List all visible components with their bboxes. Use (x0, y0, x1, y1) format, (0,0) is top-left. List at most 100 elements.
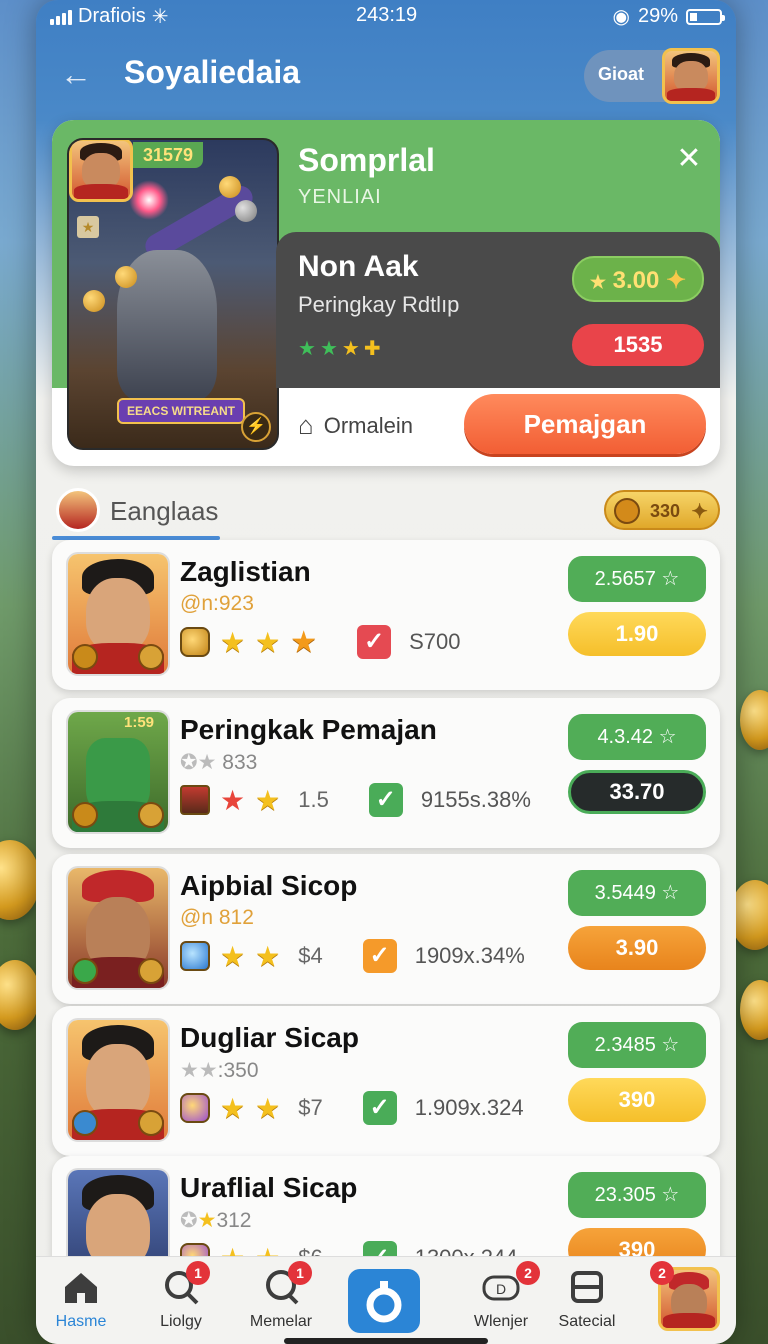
featured-stars: ★ ★ ★ ✚ (298, 336, 381, 361)
rating-value: 2.3485 (594, 1034, 656, 1056)
rating-badge[interactable]: 4.3.42 ☆ (568, 714, 706, 760)
rating-badge[interactable]: 3.5449 ☆ (568, 870, 706, 916)
row-value: S700 (409, 629, 461, 654)
rating-badge[interactable]: 23.305 ☆ (568, 1172, 706, 1218)
center-action-button[interactable] (348, 1269, 420, 1333)
nav-item-settings[interactable]: Satecial (542, 1257, 632, 1344)
star-outline-icon: ☆ (658, 726, 677, 748)
star-outline-icon: ☆ (661, 1184, 680, 1206)
check-icon[interactable]: ✓ (362, 1091, 397, 1125)
rating-badge[interactable]: 2.5657 ☆ (568, 556, 706, 602)
player-id: ✪★ 833 (180, 750, 257, 775)
diamond-star-icon: ✦ (666, 267, 687, 294)
star-icon: ★ (589, 272, 606, 292)
check-icon[interactable]: ✓ (368, 783, 403, 817)
star-icon: ★ (255, 940, 281, 972)
star-icon: ✪★ (180, 751, 217, 774)
bg-coin (740, 980, 768, 1040)
featured-game-art[interactable]: 31579 ★ EEACS WITREANT ⚡ (67, 138, 279, 450)
top-bar: ← Soyaliedaia Gioat (36, 40, 736, 110)
battery-percent: 29% (637, 5, 678, 27)
level-badge: 1:59 (124, 714, 155, 731)
profile-label: Gioat (598, 64, 645, 84)
player-id-value: :350 (217, 1059, 259, 1082)
player-name: Dugliar Sicap (180, 1022, 359, 1053)
row-stats: ★ ★ ★ ✓ S700 (180, 622, 461, 662)
star-icon: ★ (319, 338, 338, 360)
row-value: 1.909x.324 (414, 1095, 524, 1120)
carrier-name: Drafiois (78, 5, 146, 27)
section-avatar (56, 488, 100, 532)
check-icon[interactable]: ✓ (357, 625, 392, 659)
back-button[interactable]: ← (56, 54, 96, 94)
row-value: 9155s.38% (420, 787, 531, 812)
gem-icon (180, 627, 210, 657)
avatar[interactable] (662, 48, 720, 104)
bluetooth-icon: ✳ (151, 6, 169, 28)
player-avatar (66, 866, 170, 990)
player-avatar: 1:59 (66, 710, 170, 834)
leaderboard-header: Eanglaas 330 ✦ (52, 480, 720, 540)
featured-game-name: Non Aak (298, 250, 419, 283)
nav-item-messages[interactable]: 1 Memelar (236, 1257, 326, 1344)
player-avatar (66, 552, 170, 676)
leaderboard-title[interactable]: Eanglaas (110, 496, 218, 527)
list-item[interactable]: Dugliar Sicap ★★:350 ★ ★ $7 ✓ 1.909x.324… (52, 1006, 720, 1156)
row-stats: ★ ★ $7 ✓ 1.909x.324 (180, 1088, 524, 1128)
featured-count[interactable]: 1535 (572, 324, 704, 366)
nav-item-search[interactable]: 1 Liolgy (136, 1257, 226, 1344)
score-button[interactable]: 33.70 (568, 770, 706, 814)
player-id: ★★:350 (180, 1058, 259, 1083)
home-icon (65, 1273, 97, 1303)
profile-pill[interactable]: Gioat (584, 48, 720, 104)
star-icon: ★ (220, 626, 246, 658)
featured-score: 31579 (133, 142, 204, 168)
star-icon: ★ (341, 338, 360, 360)
nav-item-home[interactable]: Hasme (36, 1257, 126, 1344)
featured-subtitle: YENLIAI (298, 186, 382, 208)
list-item[interactable]: 1:59 Peringkak Pemajan ✪★ 833 ★ ★ 1.5 ✓ … (52, 698, 720, 848)
list-item[interactable]: Aipbial Sicop @n 812 ★ ★ $4 ✓ 1909x.34% … (52, 854, 720, 1004)
featured-details: Non Aak Peringkay Rdtlıp ★ ★ ★ ✚ ★ 3.00 … (276, 232, 720, 388)
player-id-value: 312 (216, 1209, 252, 1232)
nav-label: Liolgy (160, 1313, 202, 1330)
house-icon: ⌂ (298, 410, 314, 440)
score-button[interactable]: 1.90 (568, 612, 706, 656)
notification-badge: 1 (186, 1261, 210, 1285)
nav-label: Wlenjer (473, 1313, 529, 1330)
row-number: $7 (298, 1095, 323, 1120)
nav-label: Memelar (249, 1313, 313, 1330)
star-icon: ★ (255, 784, 281, 816)
play-button[interactable]: Pemajgan (464, 394, 706, 454)
nav-item-games[interactable]: D 2 Wlenjer (456, 1257, 546, 1344)
row-stats: ★ ★ $4 ✓ 1909x.34% (180, 936, 525, 976)
star-icon: ★★ (180, 1059, 218, 1082)
status-time: 243:19 (356, 4, 418, 26)
player-name: Aipbial Sicop (180, 870, 358, 901)
featured-description: Peringkay Rdtlıp (298, 292, 460, 317)
notification-badge: 2 (650, 1261, 674, 1285)
score-button[interactable]: 390 (568, 1078, 706, 1122)
rating-value: 3.5449 (594, 882, 656, 904)
list-item[interactable]: Zaglistian @n:923 ★ ★ ★ ✓ S700 2.5657 ☆ … (52, 540, 720, 690)
player-id: @n:923 (180, 592, 254, 615)
bg-coin (740, 690, 768, 750)
diamond-icon (180, 941, 210, 971)
rating-badge[interactable]: 2.3485 ☆ (568, 1022, 706, 1068)
nav-label: Hasme (55, 1313, 107, 1330)
close-button[interactable]: ✕ (672, 142, 706, 176)
star-icon: ★ (220, 940, 246, 972)
star-outline-icon: ☆ (661, 882, 680, 904)
player-id: @n 812 (180, 906, 254, 929)
coin-balance[interactable]: 330 ✦ (604, 490, 720, 530)
featured-avatar (69, 140, 133, 202)
coin-value: 330 (650, 501, 681, 521)
featured-price[interactable]: ★ 3.00 ✦ (572, 256, 704, 302)
check-icon[interactable]: ✓ (362, 939, 397, 973)
alarm-icon: ◉ (612, 6, 630, 28)
nav-item-profile[interactable]: 2 (646, 1257, 736, 1344)
online-label: Ormalein (323, 412, 413, 438)
app-screen: Drafiois ✳ 243:19 ◉ 29% ← Soyaliedaia Gi… (36, 0, 736, 1344)
star-icon: ★ (255, 1092, 281, 1124)
score-button[interactable]: 3.90 (568, 926, 706, 970)
